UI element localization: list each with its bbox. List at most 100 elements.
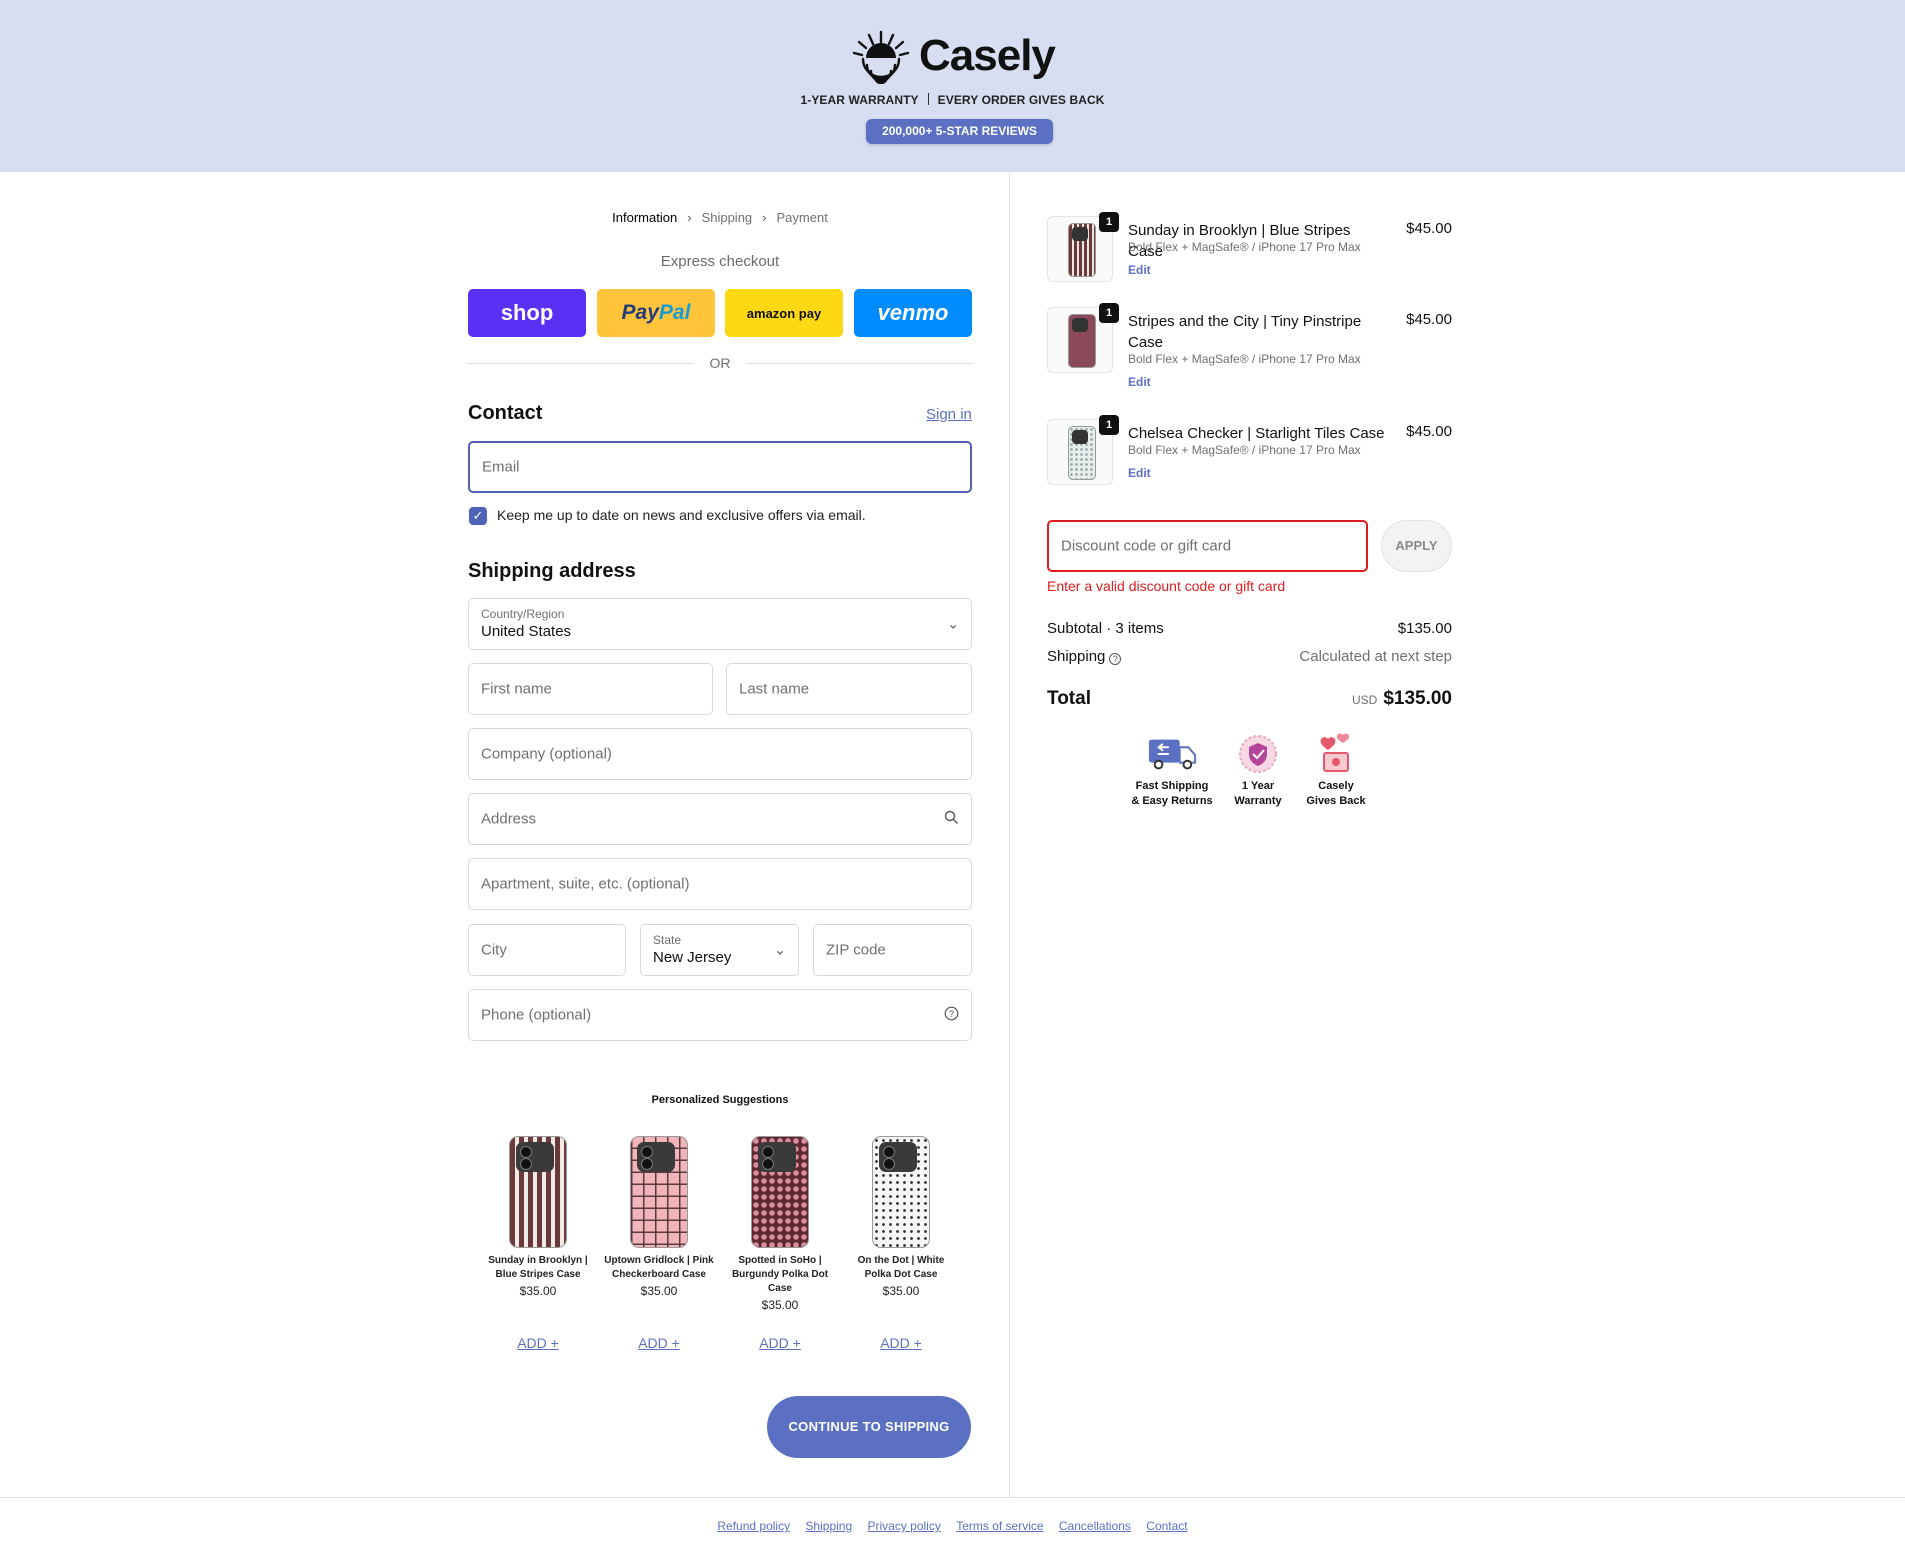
column-divider (1009, 172, 1010, 1497)
suggestion-card[interactable]: Spotted in SoHo | Burgundy Polka Dot Cas… (725, 1136, 835, 1312)
country-label: Country/Region (481, 607, 565, 621)
shipping-address-heading: Shipping address (468, 560, 636, 582)
add-suggestion-button[interactable]: ADD + (604, 1335, 714, 1351)
contact-link[interactable]: Contact (1146, 1519, 1187, 1533)
suggestion-name: Uptown Gridlock | Pink Checkerboard Case (604, 1255, 714, 1280)
suggestion-price: $35.00 (640, 1284, 678, 1298)
hearts-icon (1311, 733, 1361, 775)
refund-policy-link[interactable]: Refund policy (717, 1519, 790, 1533)
city-placeholder: City (481, 941, 507, 959)
currency-code: USD (1351, 693, 1378, 707)
email-field[interactable]: Email (468, 441, 972, 493)
suggestion-card[interactable]: Sunday in Brooklyn | Blue Stripes Case $… (483, 1136, 593, 1298)
amazon-pay-button[interactable]: amazon pay (725, 289, 843, 337)
phone-case-image (630, 1136, 688, 1248)
quantity-badge: 1 (1099, 415, 1119, 435)
shop-pay-button[interactable]: shop (468, 289, 586, 337)
shipping-label: Shipping (1047, 648, 1106, 665)
cart-item: 1 Sunday in Brooklyn | Blue Stripes Case… (1047, 212, 1452, 286)
cart-item: 1 Stripes and the City | Tiny Pinstripe … (1047, 303, 1452, 389)
cart-item-name: Stripes and the City | Tiny Pinstripe Ca… (1128, 313, 1362, 351)
add-suggestion-button[interactable]: ADD + (846, 1335, 956, 1351)
first-name-field[interactable]: First name (468, 663, 713, 715)
suggestion-name: Spotted in SoHo | Burgundy Polka Dot Cas… (731, 1255, 829, 1294)
footer-links: Refund policy Shipping Privacy policy Te… (0, 1519, 1905, 1533)
chevron-right-icon: › (762, 210, 767, 225)
site-header: Casely 1-YEAR WARRANTY EVERY ORDER GIVES … (0, 0, 1905, 172)
chevron-right-icon: › (687, 210, 692, 225)
discount-error-message: Enter a valid discount code or gift card (1047, 578, 1286, 594)
help-icon[interactable]: ? (944, 1006, 959, 1024)
svg-text:?: ? (949, 1009, 954, 1019)
terms-of-service-link[interactable]: Terms of service (956, 1519, 1043, 1533)
venmo-button[interactable]: venmo (854, 289, 972, 337)
add-suggestion-button[interactable]: ADD + (725, 1335, 835, 1351)
breadcrumb-payment: Payment (776, 210, 828, 225)
city-field[interactable]: City (468, 924, 626, 976)
badge-line: Casely (1318, 780, 1354, 792)
edit-item-link[interactable]: Edit (1128, 263, 1151, 277)
footer-divider (0, 1497, 1905, 1498)
phone-field[interactable]: Phone (optional) ? (468, 989, 972, 1041)
state-select[interactable]: State New Jersey ⌄ (640, 924, 799, 976)
breadcrumb-information[interactable]: Information (612, 210, 677, 225)
amazon-pay-label: amazon pay (746, 305, 822, 321)
paypal-button[interactable]: Pay Pal (597, 289, 715, 337)
sign-in-link[interactable]: Sign in (926, 406, 972, 423)
badge-line: Fast Shipping (1135, 780, 1209, 792)
suggestion-name: On the Dot | White Polka Dot Case (857, 1255, 945, 1280)
suggestion-card[interactable]: On the Dot | White Polka Dot Case $35.00 (846, 1136, 956, 1298)
brand-logo[interactable]: Casely (851, 28, 1071, 84)
shipping-policy-link[interactable]: Shipping (805, 1519, 852, 1533)
phone-case-image (872, 1136, 930, 1248)
brand-name: Casely (919, 31, 1056, 80)
suggestion-card[interactable]: Uptown Gridlock | Pink Checkerboard Case… (604, 1136, 714, 1298)
warranty-badge: 1 Year Warranty (1213, 733, 1303, 809)
cart-item-name: Chelsea Checker | Starlight Tiles Case (1128, 425, 1385, 442)
header-tagline: 1-YEAR WARRANTY EVERY ORDER GIVES BACK (0, 93, 1905, 107)
gives-back-badge: Casely Gives Back (1291, 733, 1381, 809)
express-checkout-label: Express checkout (660, 253, 780, 270)
edit-item-link[interactable]: Edit (1128, 375, 1151, 389)
warranty-tagline: 1-YEAR WARRANTY (800, 93, 919, 107)
country-value: United States (481, 623, 572, 640)
edit-item-link[interactable]: Edit (1128, 466, 1151, 480)
venmo-label: venmo (877, 300, 949, 325)
badge-line: Gives Back (1306, 795, 1366, 807)
phone-case-image (751, 1136, 809, 1248)
continue-to-shipping-button[interactable]: CONTINUE TO SHIPPING (767, 1396, 971, 1458)
cart-item-price: $45.00 (1406, 220, 1452, 237)
state-label: State (653, 933, 682, 947)
last-name-placeholder: Last name (739, 680, 810, 698)
quantity-badge: 1 (1099, 212, 1119, 232)
badge-line: 1 Year (1241, 780, 1275, 792)
privacy-policy-link[interactable]: Privacy policy (867, 1519, 940, 1533)
cancellations-link[interactable]: Cancellations (1059, 1519, 1131, 1533)
country-select[interactable]: Country/Region United States ⌄ (468, 598, 972, 650)
shipping-value: Calculated at next step (1299, 648, 1452, 665)
apply-discount-button[interactable]: APPLY (1381, 520, 1452, 572)
chevron-down-icon: ⌄ (774, 941, 786, 958)
cart-item-variant: Bold Flex + MagSafe® / iPhone 17 Pro Max (1128, 352, 1361, 366)
add-suggestion-button[interactable]: ADD + (483, 1335, 593, 1351)
total-row: Total USD $135.00 (1047, 688, 1452, 710)
address-placeholder: Address (481, 810, 537, 828)
last-name-field[interactable]: Last name (726, 663, 972, 715)
discount-code-field[interactable]: Discount code or gift card (1047, 520, 1368, 572)
suggestion-price: $35.00 (519, 1284, 557, 1298)
company-field[interactable]: Company (optional) (468, 728, 972, 780)
cart-item-variant: Bold Flex + MagSafe® / iPhone 17 Pro Max (1128, 443, 1361, 457)
cart-item-variant: Bold Flex + MagSafe® / iPhone 17 Pro Max (1128, 240, 1361, 254)
help-icon[interactable]: ? (1109, 653, 1122, 665)
apartment-field[interactable]: Apartment, suite, etc. (optional) (468, 858, 972, 910)
subtotal-label: Subtotal · 3 items (1047, 620, 1164, 637)
phone-case-image (509, 1136, 567, 1248)
breadcrumb-shipping: Shipping (701, 210, 753, 225)
zip-field[interactable]: ZIP code (813, 924, 972, 976)
contact-heading: Contact (468, 402, 543, 424)
gives-back-tagline: EVERY ORDER GIVES BACK (937, 93, 1105, 107)
address-field[interactable]: Address (468, 793, 972, 845)
company-placeholder: Company (optional) (481, 745, 612, 763)
fast-shipping-badge: Fast Shipping & Easy Returns (1127, 733, 1217, 809)
newsletter-checkbox[interactable]: ✓ (469, 507, 487, 525)
